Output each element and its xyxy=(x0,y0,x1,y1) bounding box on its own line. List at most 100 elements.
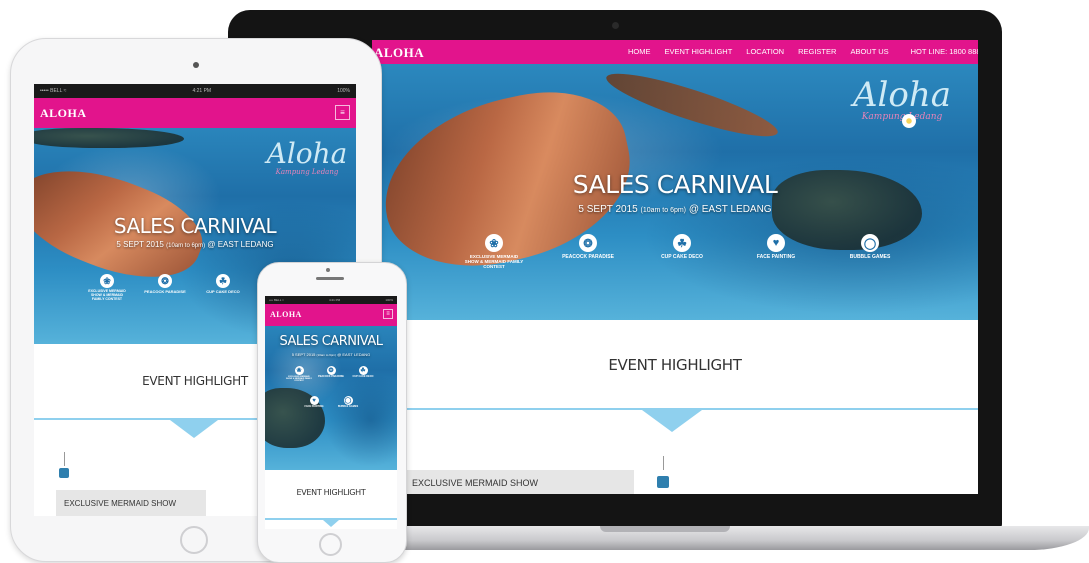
feature-row: ❀ EXCLUSIVE MERMAID SHOW & MERMAID FAMIL… xyxy=(432,234,932,270)
aloha-logo: Aloha Kampung Ledang xyxy=(852,78,952,128)
battery-text: 100% xyxy=(385,298,393,302)
feature-label: CUP CAKE DECO xyxy=(206,289,240,294)
feature-cupcake[interactable]: ☘ CUP CAKE DECO xyxy=(652,234,712,270)
peacock-icon: ❂ xyxy=(326,366,336,375)
timeline-line xyxy=(663,456,664,470)
section-title: EVENT HIGHLIGHT xyxy=(608,356,742,374)
divider-arrow xyxy=(170,420,218,438)
phone-home-button[interactable] xyxy=(319,533,342,556)
phone-statusbar: •••• BELL ≈ 4:21 PM 100% xyxy=(265,296,397,304)
nav-menu: HOME EVENT HIGHLIGHT LOCATION REGISTER A… xyxy=(628,47,978,56)
cupcake-icon: ☘ xyxy=(216,274,230,288)
nav-item-home[interactable]: HOME xyxy=(628,47,651,56)
peacock-icon: ❂ xyxy=(158,274,172,288)
nav-item-about-us[interactable]: ABOUT US xyxy=(850,47,888,56)
bubble-icon: ◯ xyxy=(861,234,879,252)
feature-row-2: ♥ FACE PAINTING ◯ BUBBLE GAMES xyxy=(295,396,367,409)
feature-label: FACE PAINTING xyxy=(756,254,796,260)
feature-label: BUBBLE GAMES xyxy=(849,254,891,260)
divider-arrow xyxy=(642,410,702,432)
mermaid-icon: ❀ xyxy=(485,234,503,252)
carrier-text: ••••• BELL ≈ xyxy=(40,88,67,94)
phone-screen: •••• BELL ≈ 4:21 PM 100% ALOHA ≡ SALES C… xyxy=(265,296,397,529)
event-place: @ EAST LEDANG xyxy=(688,204,772,215)
feature-mermaid[interactable]: ❀ EXCLUSIVE MERMAID SHOW & MERMAID FAMIL… xyxy=(285,366,313,383)
event-card[interactable]: EXCLUSIVE MERMAID SHOW xyxy=(56,490,206,516)
feature-peacock[interactable]: ❂ PEACOCK PARADISE xyxy=(558,234,618,270)
event-highlight-section: EVENT HIGHLIGHT EXCLUSIVE MERMAID SHOW xyxy=(372,320,978,494)
laptop-trackpad-notch xyxy=(600,526,730,532)
divider-arrow xyxy=(323,520,339,527)
section-title: EVENT HIGHLIGHT xyxy=(296,488,366,497)
peacock-icon: ❂ xyxy=(579,234,597,252)
feature-peacock[interactable]: ❂ PEACOCK PARADISE xyxy=(143,274,187,302)
mermaid-tail-stroke xyxy=(601,62,783,148)
tablet-home-button[interactable] xyxy=(180,526,208,554)
event-time: (10am to 6pm) xyxy=(166,243,206,249)
phone-speaker xyxy=(316,277,344,280)
event-place: @ EAST LEDANG xyxy=(337,352,371,357)
feature-cupcake[interactable]: ☘ CUP CAKE DECO xyxy=(349,366,377,383)
hero-headline: SALES CARNIVAL xyxy=(572,170,778,199)
clock-text: 4:21 PM xyxy=(328,298,341,302)
menu-toggle-button[interactable]: ≡ xyxy=(383,309,393,319)
feature-label: CUP CAKE DECO xyxy=(352,375,374,378)
feature-mermaid[interactable]: ❀ EXCLUSIVE MERMAID SHOW & MERMAID FAMIL… xyxy=(464,234,524,270)
hotline-text: HOT LINE: 1800 888 000 xyxy=(910,47,978,56)
tablet-statusbar: ••••• BELL ≈ 4:21 PM 100% xyxy=(34,84,356,98)
tablet-navbar: ALOHA ≡ xyxy=(34,98,356,128)
battery-text: 100% xyxy=(337,88,350,94)
timeline-icon xyxy=(657,476,669,488)
hero-subline: 5 SEPT 2015 (10am to 6pm) @ EAST LEDANG xyxy=(54,240,336,249)
aloha-logo-script: Aloha xyxy=(266,137,348,170)
feature-peacock[interactable]: ❂ PEACOCK PARADISE xyxy=(317,366,345,383)
cupcake-icon: ☘ xyxy=(358,366,368,375)
cupcake-icon: ☘ xyxy=(673,234,691,252)
timeline-icon xyxy=(59,468,69,478)
phone-navbar: ALOHA ≡ xyxy=(265,304,397,326)
heart-paint-icon: ♥ xyxy=(309,396,319,405)
rock-image xyxy=(34,128,184,148)
brand-logo[interactable]: ALOHA xyxy=(40,106,87,121)
bubble-icon: ◯ xyxy=(343,396,353,405)
hero-subline: 5 SEPT 2015 (10am to 6pm) @ EAST LEDANG xyxy=(522,204,828,215)
nav-item-register[interactable]: REGISTER xyxy=(798,47,836,56)
carrier-text: •••• BELL ≈ xyxy=(269,298,284,302)
feature-cupcake[interactable]: ☘ CUP CAKE DECO xyxy=(201,274,245,302)
event-highlight-section: EVENT HIGHLIGHT xyxy=(265,470,397,529)
hero-subline: 5 SEPT 2015 (10am to 6pm) @ EAST LEDANG xyxy=(269,352,393,357)
flower-icon xyxy=(902,114,916,128)
feature-label: PEACOCK PARADISE xyxy=(144,289,186,294)
event-card-title: EXCLUSIVE MERMAID SHOW xyxy=(64,499,177,508)
heart-paint-icon: ♥ xyxy=(767,234,785,252)
feature-face-painting[interactable]: ♥ FACE PAINTING xyxy=(746,234,806,270)
brand-logo[interactable]: ALOHA xyxy=(374,45,424,61)
event-date: 5 SEPT 2015 xyxy=(291,352,316,357)
feature-label: EXCLUSIVE MERMAID SHOW & MERMAID FAMILY … xyxy=(285,376,313,383)
feature-mermaid[interactable]: ❀ EXCLUSIVE MERMAID SHOW & MERMAID FAMIL… xyxy=(85,274,129,302)
event-card[interactable]: EXCLUSIVE MERMAID SHOW xyxy=(402,470,634,494)
hamburger-icon: ≡ xyxy=(386,311,390,317)
nav-item-location[interactable]: LOCATION xyxy=(746,47,784,56)
feature-label: FACE PAINTING xyxy=(304,405,324,408)
brand-logo[interactable]: ALOHA xyxy=(270,310,302,319)
feature-label: BUBBLE GAMES xyxy=(337,405,359,408)
clock-text: 4:21 PM xyxy=(192,88,212,94)
nav-item-event-highlight[interactable]: EVENT HIGHLIGHT xyxy=(665,47,733,56)
phone-camera xyxy=(326,268,330,272)
event-time: (10am to 6pm) xyxy=(640,207,687,214)
feature-label: PEACOCK PARADISE xyxy=(318,375,344,378)
event-date: 5 SEPT 2015 xyxy=(116,240,164,249)
feature-bubble[interactable]: ◯ BUBBLE GAMES xyxy=(334,396,362,409)
feature-bubble[interactable]: ◯ BUBBLE GAMES xyxy=(840,234,900,270)
menu-toggle-button[interactable]: ≡ xyxy=(335,105,350,120)
laptop-camera xyxy=(612,22,619,29)
event-date: 5 SEPT 2015 xyxy=(578,204,638,215)
feature-face-painting[interactable]: ♥ FACE PAINTING xyxy=(300,396,328,409)
feature-label: EXCLUSIVE MERMAID SHOW & MERMAID FAMILY … xyxy=(464,254,524,269)
event-card-title: EXCLUSIVE MERMAID SHOW xyxy=(412,478,539,488)
laptop-screen: ALOHA HOME EVENT HIGHLIGHT LOCATION REGI… xyxy=(372,40,978,494)
mermaid-icon: ❀ xyxy=(294,366,304,375)
timeline-line xyxy=(64,452,65,466)
laptop-navbar: ALOHA HOME EVENT HIGHLIGHT LOCATION REGI… xyxy=(372,40,978,64)
